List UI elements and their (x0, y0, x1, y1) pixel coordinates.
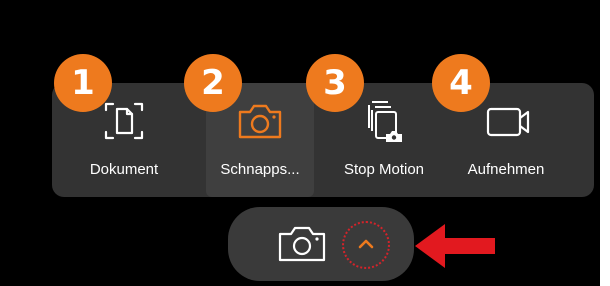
mode-label-document: Dokument (89, 161, 159, 178)
mode-label-snapshot: Schnapps... (220, 161, 300, 178)
step-badge-2: 2 (184, 54, 242, 112)
chevron-up-icon (358, 239, 374, 249)
mode-label-stop-motion: Stop Motion (343, 161, 425, 178)
camera-icon[interactable] (276, 221, 328, 265)
expand-modes-button[interactable] (342, 221, 390, 269)
screen-background: Dokument Schnapps... Stop Motion Aufnehm… (0, 0, 600, 286)
step-badge-4: 4 (432, 54, 490, 112)
red-arrow-left-icon (415, 224, 495, 268)
mode-label-record-video: Aufnehmen (467, 161, 545, 178)
step-badge-1: 1 (54, 54, 112, 112)
shutter-bar (228, 207, 414, 281)
step-badge-3: 3 (306, 54, 364, 112)
